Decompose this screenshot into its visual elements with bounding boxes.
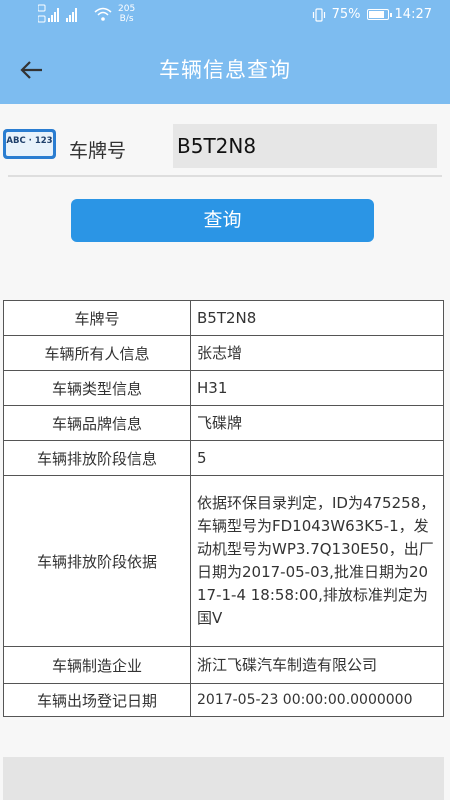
signal-icon	[38, 4, 59, 23]
status-bar: 205 B/s 75% 14:27	[0, 0, 450, 30]
table-row: 车辆排放阶段信息 5	[3, 440, 444, 476]
row-value: B5T2N8	[190, 300, 444, 336]
plate-input[interactable]	[173, 124, 437, 168]
table-row: 车辆所有人信息 张志增	[3, 335, 444, 371]
table-row: 车辆制造企业 浙江飞碟汽车制造有限公司	[3, 646, 444, 684]
vibrate-icon	[312, 7, 325, 22]
table-row: 车牌号 B5T2N8	[3, 300, 444, 336]
app-header: 205 B/s 75% 14:27 车辆信息查询	[0, 0, 450, 104]
clock: 14:27	[394, 7, 432, 22]
speed-unit: B/s	[119, 14, 134, 24]
row-value: 飞碟牌	[190, 405, 444, 441]
row-key: 车辆出场登记日期	[3, 683, 191, 717]
table-row: 车辆排放阶段依据 依据环保目录判定，ID为475258，车辆型号为FD1043W…	[3, 475, 444, 647]
vehicle-info-table: 车牌号 B5T2N8 车辆所有人信息 张志增 车辆类型信息 H31 车辆品牌信息…	[3, 300, 444, 717]
row-key: 车辆排放阶段信息	[3, 440, 191, 476]
row-value: 依据环保目录判定，ID为475258，车辆型号为FD1043W63K5-1，发动…	[190, 475, 444, 647]
network-speed: 205 B/s	[118, 4, 135, 24]
speed-value: 205	[118, 4, 136, 14]
row-value: 2017-05-23 00:00:00.0000000	[190, 683, 444, 717]
license-plate-icon: ABC · 123	[3, 129, 56, 159]
row-key: 车辆排放阶段依据	[3, 475, 191, 647]
row-key: 车辆类型信息	[3, 370, 191, 406]
row-value: 张志增	[190, 335, 444, 371]
battery-icon	[366, 9, 392, 20]
row-key: 车辆品牌信息	[3, 405, 191, 441]
row-value: 浙江飞碟汽车制造有限公司	[190, 646, 444, 684]
row-key: 车牌号	[3, 300, 191, 336]
row-key: 车辆所有人信息	[3, 335, 191, 371]
table-row: 车辆类型信息 H31	[3, 370, 444, 406]
plate-icon-text: ABC · 123	[6, 132, 53, 156]
row-value: 5	[190, 440, 444, 476]
status-left: 205 B/s	[38, 4, 135, 24]
status-right: 75% 14:27	[312, 7, 432, 22]
signal-icon-2	[66, 8, 77, 22]
table-row: 车辆品牌信息 飞碟牌	[3, 405, 444, 441]
title-bar: 车辆信息查询	[0, 40, 450, 100]
battery-percent: 75%	[331, 7, 361, 22]
divider	[8, 175, 442, 177]
row-key: 车辆制造企业	[3, 646, 191, 684]
plate-label: 车牌号	[69, 140, 127, 162]
wifi-icon	[94, 7, 112, 21]
bottom-bar	[3, 757, 444, 800]
query-button[interactable]: 查询	[71, 199, 374, 242]
plate-search-row: ABC · 123 车牌号	[0, 122, 450, 172]
table-row: 车辆出场登记日期 2017-05-23 00:00:00.0000000	[3, 683, 444, 717]
row-value: H31	[190, 370, 444, 406]
page-title: 车辆信息查询	[159, 58, 291, 82]
battery-fill	[368, 11, 384, 18]
